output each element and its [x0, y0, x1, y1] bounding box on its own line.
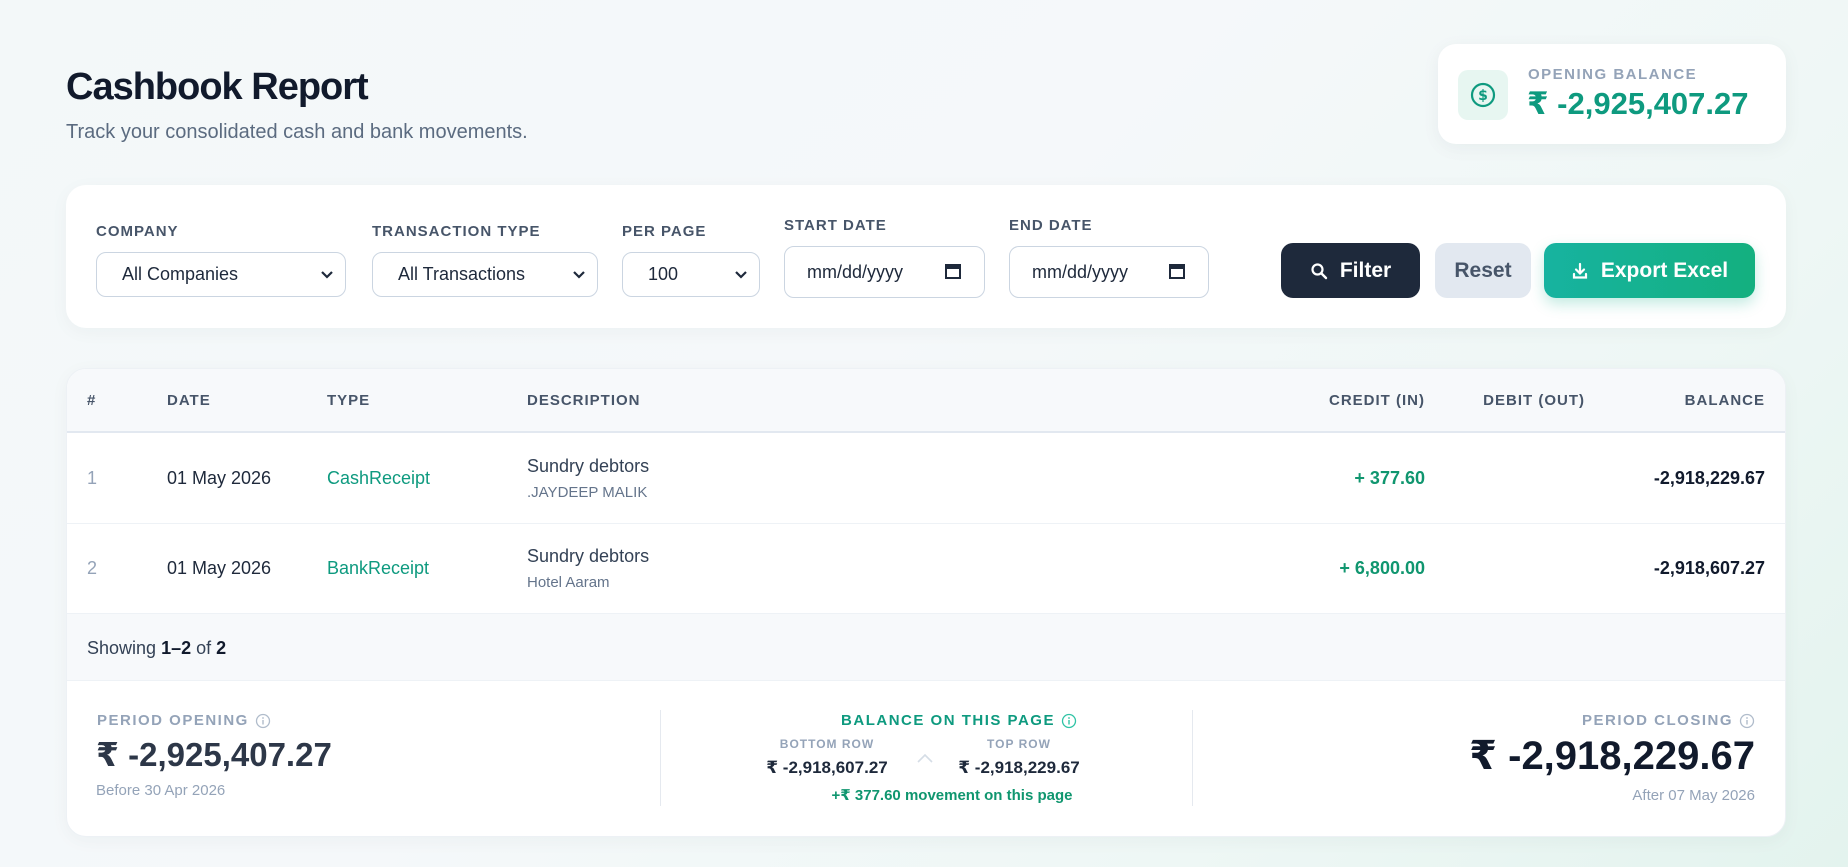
row-index: 1 — [87, 468, 98, 488]
filter-button[interactable]: Filter — [1281, 243, 1420, 298]
divider — [1192, 710, 1193, 806]
table-row: 1 01 May 2026 CashReceipt Sundry debtors… — [67, 434, 1785, 524]
period-opening-label: PERIOD OPENING — [97, 712, 271, 729]
chevron-down-icon — [321, 271, 333, 279]
end-date-input[interactable]: mm/dd/yyyy — [1009, 246, 1209, 298]
calendar-icon[interactable] — [944, 261, 962, 281]
bottom-row-value: ₹ -2,918,607.27 — [766, 758, 888, 777]
period-closing-value: ₹ -2,918,229.67 — [1469, 734, 1755, 778]
showing-text: Showing 1–2 of 2 — [87, 638, 226, 659]
top-row-label: TOP ROW — [987, 737, 1051, 751]
bottom-row-label: BOTTOM ROW — [779, 737, 875, 751]
transaction-type-label: TRANSACTION TYPE — [372, 223, 541, 240]
dollar-circle-icon: $ — [1458, 70, 1508, 120]
row-type: CashReceipt — [327, 468, 431, 488]
filter-panel: COMPANY All Companies TRANSACTION TYPE A… — [66, 185, 1786, 328]
company-select-value: All Companies — [122, 264, 239, 284]
table-header: # DATE TYPE DESCRIPTION CREDIT (IN) DEBI… — [67, 369, 1785, 433]
table-row: 2 01 May 2026 BankReceipt Sundry debtors… — [67, 524, 1785, 614]
page-title: Cashbook Report — [66, 66, 369, 108]
opening-balance-value: ₹ -2,925,407.27 — [1527, 86, 1749, 121]
column-header-date: DATE — [167, 392, 211, 409]
page-header: Cashbook Report Track your consolidated … — [66, 66, 528, 144]
row-balance: -2,918,229.67 — [1653, 468, 1765, 488]
row-index: 2 — [87, 558, 98, 578]
page-movement: +₹ 377.60 movement on this page — [831, 787, 1073, 804]
period-opening-label-text: PERIOD OPENING — [97, 712, 249, 729]
row-date: 01 May 2026 — [167, 468, 272, 488]
end-date-placeholder: mm/dd/yyyy — [1032, 261, 1129, 282]
info-icon[interactable] — [1061, 713, 1077, 729]
per-page-select-value: 100 — [648, 264, 679, 284]
page-balance-label: BALANCE ON THIS PAGE — [809, 712, 1109, 729]
showing-prefix: Showing — [87, 638, 157, 658]
showing-of: of — [196, 638, 212, 658]
chevron-down-icon — [735, 271, 747, 279]
info-icon[interactable] — [1739, 713, 1755, 729]
column-header-balance: BALANCE — [1684, 392, 1765, 409]
row-party: .JAYDEEP MALIK — [527, 484, 648, 501]
column-header-debit: DEBIT (OUT) — [1483, 392, 1585, 409]
search-icon — [1311, 262, 1328, 279]
page-balance-label-text: BALANCE ON THIS PAGE — [841, 712, 1055, 729]
period-closing-label-text: PERIOD CLOSING — [1581, 712, 1733, 729]
per-page-select[interactable]: 100 — [622, 252, 760, 297]
column-header-description: DESCRIPTION — [527, 392, 641, 409]
transaction-type-select-value: All Transactions — [398, 264, 526, 284]
pagination-summary: Showing 1–2 of 2 — [67, 614, 1785, 681]
start-date-input[interactable]: mm/dd/yyyy — [784, 246, 985, 298]
row-party: Hotel Aaram — [527, 574, 610, 591]
opening-balance-card: $ OPENING BALANCE ₹ -2,925,407.27 — [1438, 44, 1786, 144]
opening-balance-label: OPENING BALANCE — [1528, 66, 1698, 83]
column-header-type: TYPE — [327, 392, 371, 409]
row-description: Sundry debtors — [527, 546, 650, 566]
export-button-label: Export Excel — [1600, 258, 1729, 282]
company-label: COMPANY — [96, 223, 179, 240]
row-type: BankReceipt — [327, 558, 430, 578]
column-header-credit: CREDIT (IN) — [1329, 392, 1425, 409]
transactions-table: # DATE TYPE DESCRIPTION CREDIT (IN) DEBI… — [66, 368, 1786, 837]
column-header-index: # — [87, 392, 97, 409]
start-date-placeholder: mm/dd/yyyy — [807, 261, 904, 282]
period-closing-label: PERIOD CLOSING — [1582, 712, 1755, 729]
showing-total: 2 — [216, 638, 227, 658]
period-closing-date: After 07 May 2026 — [1632, 787, 1755, 804]
row-credit: + 377.60 — [1354, 468, 1425, 488]
company-select[interactable]: All Companies — [96, 252, 346, 297]
end-date-label: END DATE — [1009, 217, 1093, 234]
row-balance: -2,918,607.27 — [1653, 558, 1765, 578]
top-row-value: ₹ -2,918,229.67 — [958, 758, 1080, 777]
row-credit: + 6,800.00 — [1339, 558, 1425, 578]
period-opening-value: ₹ -2,925,407.27 — [96, 736, 332, 773]
page-subtitle: Track your consolidated cash and bank mo… — [66, 121, 528, 143]
chevron-down-icon — [573, 271, 585, 279]
start-date-label: START DATE — [784, 217, 887, 234]
transaction-type-select[interactable]: All Transactions — [372, 252, 598, 297]
row-date: 01 May 2026 — [167, 558, 272, 578]
showing-range: 1–2 — [161, 638, 192, 658]
row-description: Sundry debtors — [527, 456, 650, 476]
calendar-icon[interactable] — [1168, 261, 1186, 281]
reset-button-label: Reset — [1454, 258, 1512, 282]
download-icon — [1572, 262, 1587, 279]
reset-button[interactable]: Reset — [1435, 243, 1531, 298]
svg-text:$: $ — [1478, 88, 1488, 104]
filter-button-label: Filter — [1339, 258, 1392, 282]
per-page-label: PER PAGE — [622, 223, 707, 240]
info-icon[interactable] — [255, 713, 271, 729]
export-excel-button[interactable]: Export Excel — [1544, 243, 1755, 298]
divider — [660, 710, 661, 806]
period-opening-date: Before 30 Apr 2026 — [96, 782, 226, 799]
